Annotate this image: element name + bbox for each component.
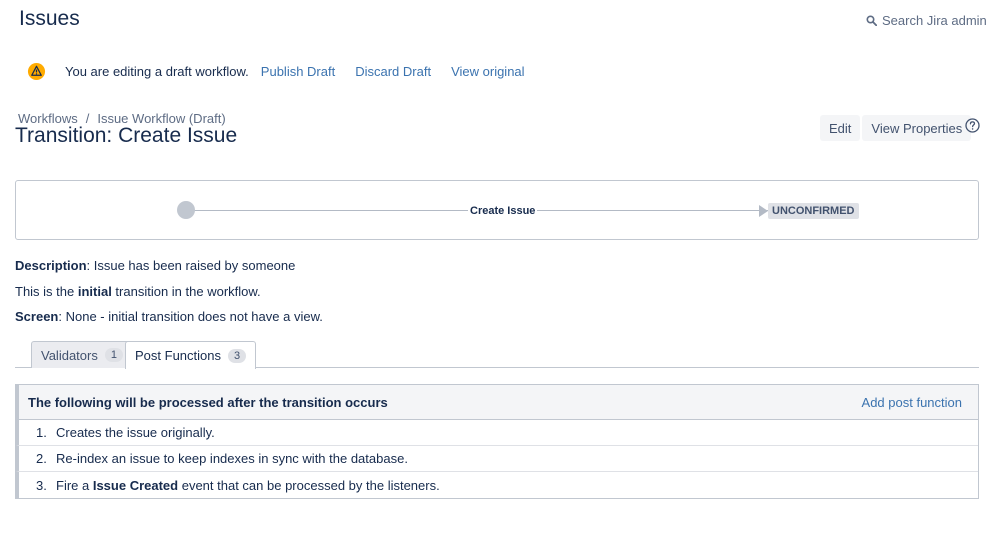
initial-line: This is the initial transition in the wo… bbox=[15, 284, 261, 299]
discard-draft-link[interactable]: Discard Draft bbox=[355, 64, 431, 79]
transition-name: Create Issue bbox=[468, 205, 538, 217]
add-post-function-link[interactable]: Add post function bbox=[862, 395, 962, 410]
publish-draft-link[interactable]: Publish Draft bbox=[261, 64, 335, 79]
initial-node bbox=[177, 201, 195, 219]
action-buttons: Edit View Properties bbox=[820, 115, 972, 141]
status-lozenge: UNCONFIRMED bbox=[768, 203, 859, 219]
screen-line: Screen: None - initial transition does n… bbox=[15, 309, 323, 324]
post-functions-heading: The following will be processed after th… bbox=[28, 394, 388, 410]
initial-prefix: This is the bbox=[15, 284, 78, 299]
initial-suffix: transition in the workflow. bbox=[111, 284, 261, 299]
search-admin[interactable]: Search Jira admin bbox=[866, 13, 987, 28]
tab-post-functions-label: Post Functions bbox=[135, 348, 221, 363]
tab-validators-label: Validators bbox=[41, 347, 98, 363]
table-row: 2. Re-index an issue to keep indexes in … bbox=[16, 446, 978, 472]
screen-text: : None - initial transition does not hav… bbox=[58, 309, 323, 324]
row-number: 3. bbox=[36, 477, 47, 493]
screen-label: Screen bbox=[15, 309, 59, 324]
post-functions-header: The following will be processed after th… bbox=[16, 385, 978, 420]
edit-button[interactable]: Edit bbox=[820, 115, 861, 141]
tab-validators[interactable]: Validators 1 bbox=[31, 341, 133, 368]
row-text-suffix: event that can be processed by the liste… bbox=[178, 477, 440, 493]
page-title: Transition: Create Issue bbox=[15, 124, 238, 147]
row-text: Creates the issue originally. bbox=[56, 425, 215, 440]
draft-workflow-bar: You are editing a draft workflow. Publis… bbox=[27, 61, 545, 81]
help-icon[interactable] bbox=[965, 118, 980, 133]
row-number: 2. bbox=[36, 451, 47, 466]
count-badge: 3 bbox=[228, 348, 247, 363]
row-text: Re-index an issue to keep indexes in syn… bbox=[56, 451, 408, 466]
view-properties-button[interactable]: View Properties bbox=[862, 115, 972, 141]
description-label: Description bbox=[15, 258, 87, 273]
search-icon bbox=[866, 15, 877, 26]
transition-diagram: Create Issue UNCONFIRMED bbox=[15, 180, 979, 240]
table-row: 3. Fire a Issue Created event that can b… bbox=[16, 472, 978, 498]
description-text: : Issue has been raised by someone bbox=[86, 258, 296, 273]
description-line: Description: Issue has been raised by so… bbox=[15, 258, 295, 273]
search-label[interactable]: Search Jira admin bbox=[882, 13, 987, 28]
row-number: 1. bbox=[36, 425, 47, 440]
tab-bar: Validators 1 Post Functions 3 bbox=[15, 341, 979, 369]
table-row: 1. Creates the issue originally. bbox=[16, 420, 978, 446]
post-functions-table: The following will be processed after th… bbox=[15, 384, 979, 499]
count-badge: 1 bbox=[104, 348, 123, 362]
initial-bold: initial bbox=[77, 284, 112, 299]
draft-message: You are editing a draft workflow. bbox=[65, 63, 249, 79]
tab-post-functions[interactable]: Post Functions 3 bbox=[125, 341, 257, 369]
row-text-prefix: Fire a bbox=[56, 477, 93, 493]
page-heading: Issues bbox=[19, 7, 80, 30]
arrow-head-icon bbox=[759, 205, 768, 217]
row-text: Fire a Issue Created event that can be p… bbox=[56, 478, 440, 493]
view-original-link[interactable]: View original bbox=[451, 64, 524, 79]
warning-icon bbox=[27, 62, 46, 80]
event-name: Issue Created bbox=[92, 477, 179, 493]
